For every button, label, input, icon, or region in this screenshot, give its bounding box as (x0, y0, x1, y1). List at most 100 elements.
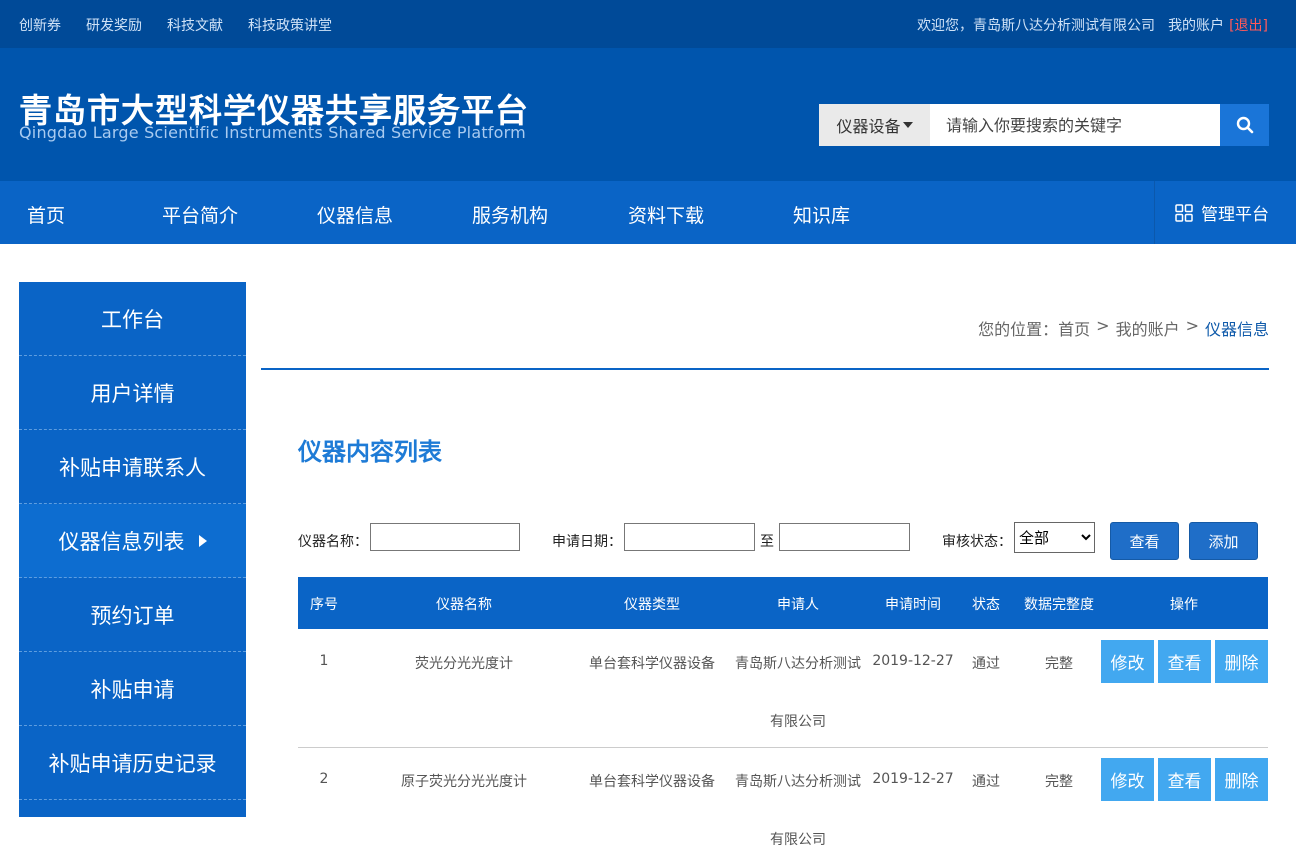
nav-instrument-info[interactable]: 仪器信息 (317, 201, 393, 228)
cell-no: 1 (319, 653, 329, 669)
page-title: 仪器内容列表 (298, 438, 442, 466)
breadcrumb: 您的位置： 首页 > 我的账户 > 仪器信息 (978, 316, 1269, 340)
search-icon (1236, 116, 1253, 134)
table-row: 2 原子荧光分光光度计 单台套科学仪器设备 青岛斯八达分析测试 有限公司 201… (298, 748, 1268, 867)
my-account-link[interactable]: 我的账户 (1168, 15, 1224, 35)
sidebar-item-label: 仪器信息列表 (58, 529, 185, 554)
cell-name: 荧光分光光度计 (415, 656, 513, 672)
view-button[interactable]: 查看 (1110, 522, 1179, 560)
cell-completeness: 完整 (1045, 774, 1073, 790)
sidebar: 工作台 用户详情 补贴申请联系人 仪器信息列表 预约订单 补贴申请 补贴申请历史… (19, 282, 246, 817)
breadcrumb-prefix: 您的位置： (978, 320, 1059, 339)
column-header: 序号 (310, 597, 338, 613)
breadcrumb-separator: > (1185, 316, 1199, 335)
apply-date-end-input[interactable] (779, 523, 910, 551)
top-link-innovation-voucher[interactable]: 创新券 (19, 15, 61, 35)
grid-icon (1175, 203, 1193, 222)
main-nav: 首页 平台简介 仪器信息 服务机构 资料下载 知识库 管理平台 (0, 181, 1296, 244)
breadcrumb-current: 仪器信息 (1204, 320, 1269, 339)
cell-type: 单台套科学仪器设备 (589, 656, 715, 672)
review-status-select[interactable]: 全部 (1014, 522, 1095, 553)
column-header: 操作 (1170, 597, 1198, 613)
cell-applicant: 青岛斯八达分析测试 (735, 774, 861, 790)
delete-button[interactable]: 删除 (1215, 640, 1268, 683)
review-status-label: 审核状态： (942, 534, 1012, 550)
search-category-label: 仪器设备 (836, 117, 901, 136)
search-button[interactable] (1220, 104, 1269, 146)
nav-knowledge-base[interactable]: 知识库 (793, 201, 850, 228)
cell-status: 通过 (972, 656, 1000, 672)
edit-button[interactable]: 修改 (1101, 758, 1154, 801)
user-area: 欢迎您，青岛斯八达分析测试有限公司 我的账户 [退出] (917, 15, 1268, 35)
cell-applicant: 青岛斯八达分析测试 (735, 656, 861, 672)
cell-applicant-line2: 有限公司 (770, 832, 826, 848)
column-header: 状态 (972, 597, 1000, 613)
top-links: 创新券 研发奖励 科技文献 科技政策讲堂 (19, 15, 332, 35)
top-bar: 创新券 研发奖励 科技文献 科技政策讲堂 欢迎您，青岛斯八达分析测试有限公司 我… (0, 0, 1296, 48)
site-header: 青岛市大型科学仪器共享服务平台 Qingdao Large Scientific… (0, 48, 1296, 181)
sidebar-item-booking-orders[interactable]: 预约订单 (19, 578, 246, 652)
top-link-rd-reward[interactable]: 研发奖励 (86, 15, 142, 35)
filter-bar: 仪器名称： 申请日期： 至 审核状态： 全部 查看 添加 (298, 522, 1268, 562)
nav-platform-intro[interactable]: 平台简介 (162, 201, 238, 228)
table-row: 1 荧光分光光度计 单台套科学仪器设备 青岛斯八达分析测试 有限公司 2019-… (298, 629, 1268, 748)
top-link-tech-literature[interactable]: 科技文献 (167, 15, 223, 35)
instrument-name-input[interactable] (370, 523, 520, 551)
cell-status: 通过 (972, 774, 1000, 790)
apply-date-start-input[interactable] (624, 523, 755, 551)
sidebar-item-label: 补贴申请 (90, 677, 175, 702)
nav-service-orgs[interactable]: 服务机构 (472, 201, 548, 228)
sidebar-item-label: 补贴申请联系人 (59, 455, 206, 480)
sidebar-item-label: 用户详情 (90, 381, 175, 406)
welcome-text: 欢迎您，青岛斯八达分析测试有限公司 (917, 18, 1156, 34)
nav-home[interactable]: 首页 (27, 201, 65, 228)
top-link-policy-lecture[interactable]: 科技政策讲堂 (248, 15, 332, 35)
cell-date: 2019-12-27 (872, 653, 954, 669)
row-actions: 修改 查看 删除 (1101, 758, 1268, 801)
cell-applicant-line2: 有限公司 (770, 714, 826, 730)
cell-no: 2 (319, 771, 329, 787)
delete-button[interactable]: 删除 (1215, 758, 1268, 801)
column-header: 申请人 (777, 597, 819, 613)
instrument-table: 序号 仪器名称 仪器类型 申请人 申请时间 状态 数据完整度 操作 1 荧光分光… (298, 577, 1268, 867)
row-actions: 修改 查看 删除 (1101, 640, 1268, 683)
site-subtitle: Qingdao Large Scientific Instruments Sha… (19, 123, 526, 142)
cell-completeness: 完整 (1045, 656, 1073, 672)
search-category-dropdown[interactable]: 仪器设备 (819, 104, 930, 146)
sidebar-item-label: 工作台 (101, 307, 164, 332)
view-row-button[interactable]: 查看 (1158, 758, 1211, 801)
cell-type: 单台套科学仪器设备 (589, 774, 715, 790)
breadcrumb-separator: > (1096, 316, 1110, 335)
sidebar-item-workbench[interactable]: 工作台 (19, 282, 246, 356)
caret-down-icon (902, 122, 913, 128)
search-bar: 仪器设备 (819, 104, 1269, 146)
column-header: 数据完整度 (1024, 597, 1094, 613)
sidebar-item-label: 预约订单 (90, 603, 175, 628)
breadcrumb-home[interactable]: 首页 (1058, 316, 1090, 340)
sidebar-item-subsidy-contact[interactable]: 补贴申请联系人 (19, 430, 246, 504)
sidebar-item-label: 补贴申请历史记录 (48, 751, 217, 776)
edit-button[interactable]: 修改 (1101, 640, 1154, 683)
sidebar-item-instrument-list[interactable]: 仪器信息列表 (19, 504, 246, 578)
column-header: 仪器类型 (624, 597, 680, 613)
cell-date: 2019-12-27 (872, 771, 954, 787)
column-header: 仪器名称 (436, 597, 492, 613)
sidebar-item-subsidy-history[interactable]: 补贴申请历史记录 (19, 726, 246, 800)
view-row-button[interactable]: 查看 (1158, 640, 1211, 683)
column-header: 申请时间 (885, 597, 941, 613)
sidebar-item-subsidy-apply[interactable]: 补贴申请 (19, 652, 246, 726)
breadcrumb-account[interactable]: 我的账户 (1116, 316, 1180, 340)
nav-downloads[interactable]: 资料下载 (628, 201, 704, 228)
sidebar-item-user-details[interactable]: 用户详情 (19, 356, 246, 430)
caret-right-icon (198, 534, 207, 547)
content-divider (261, 368, 1269, 370)
table-header: 序号 仪器名称 仪器类型 申请人 申请时间 状态 数据完整度 操作 (298, 577, 1268, 629)
logout-link[interactable]: [退出] (1229, 15, 1268, 35)
add-button[interactable]: 添加 (1189, 522, 1258, 560)
apply-date-label: 申请日期： (552, 534, 622, 550)
nav-management-platform[interactable]: 管理平台 (1154, 181, 1296, 244)
search-input[interactable] (930, 104, 1220, 146)
management-label: 管理平台 (1201, 205, 1269, 225)
date-to-label: 至 (760, 534, 774, 550)
instrument-name-label: 仪器名称： (298, 534, 368, 550)
